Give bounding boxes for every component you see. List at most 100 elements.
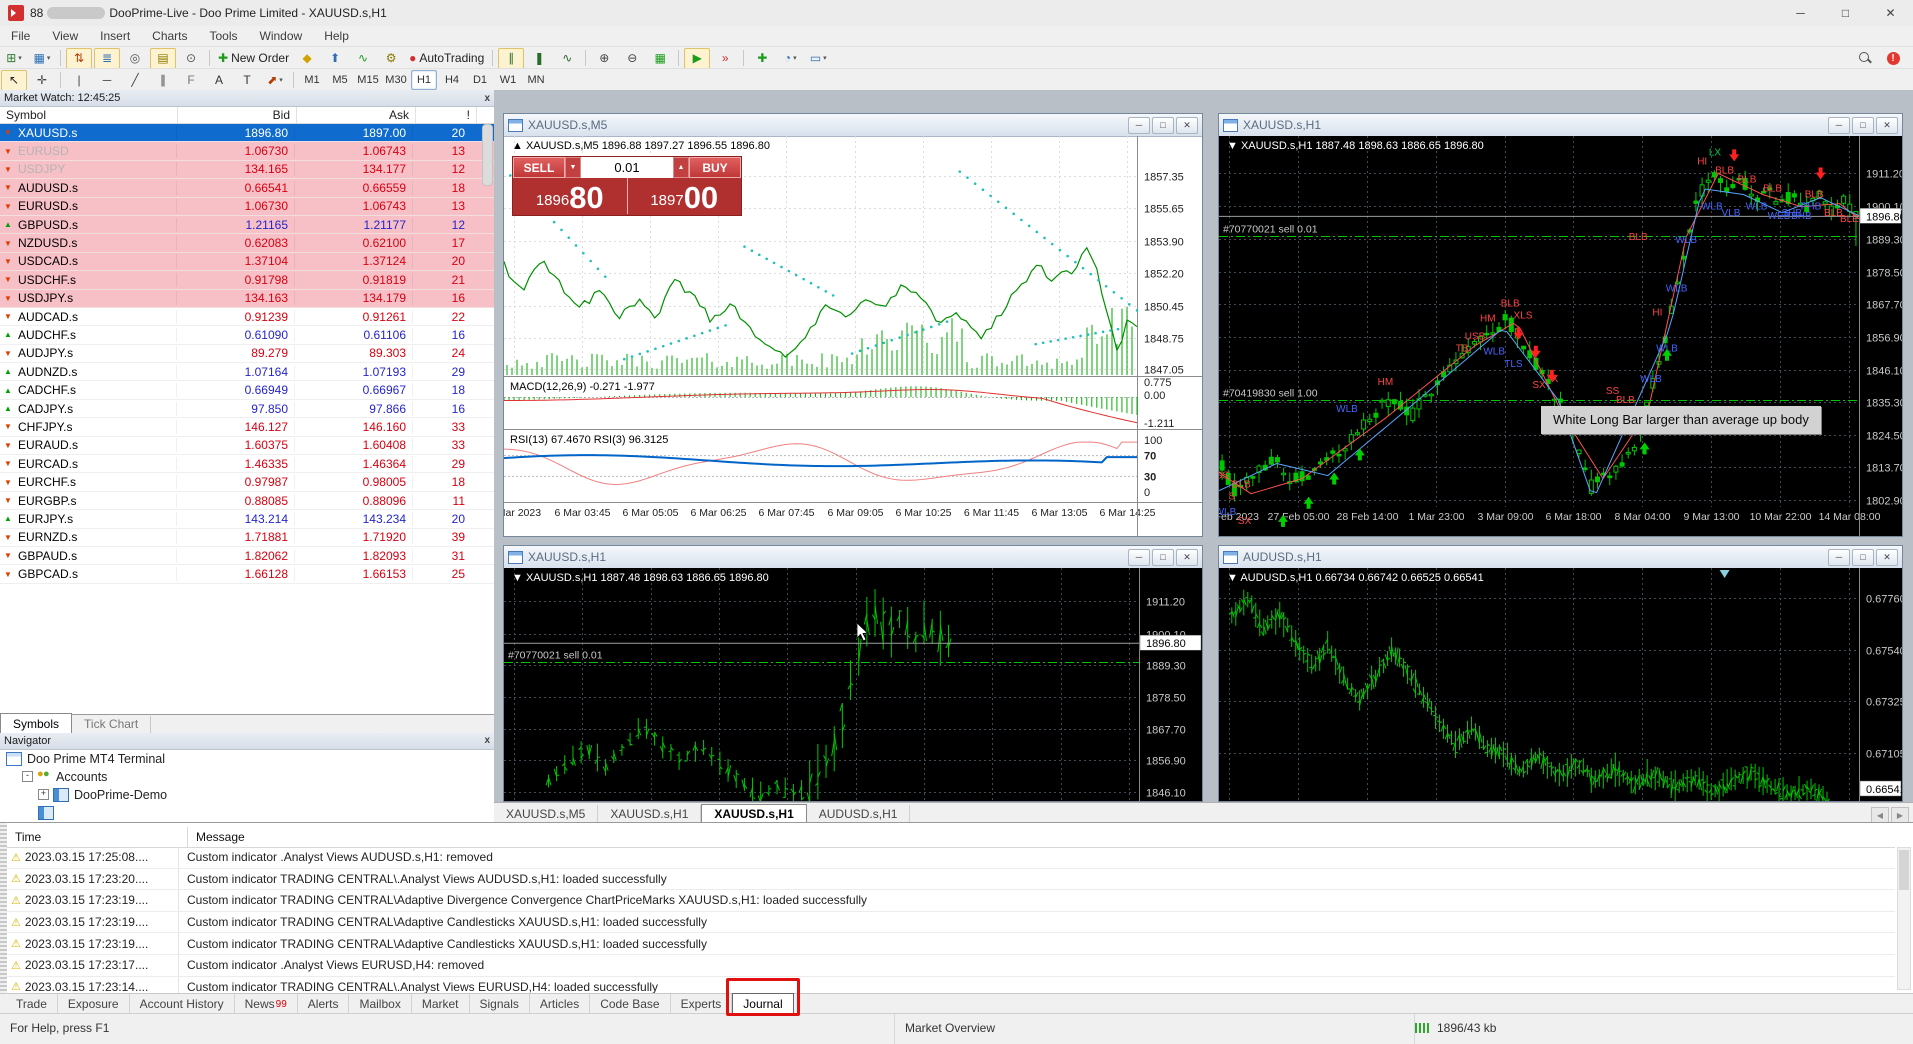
volume-increase-button[interactable]: ▲: [673, 157, 689, 178]
menu-item-window[interactable]: Window: [249, 29, 314, 43]
volume-input[interactable]: 0.01: [581, 157, 673, 178]
menu-item-file[interactable]: File: [0, 29, 41, 43]
menu-item-view[interactable]: View: [41, 29, 89, 43]
terminal-tab-journal[interactable]: Journal: [732, 993, 793, 1015]
terminal-tab-experts[interactable]: Experts: [671, 994, 733, 1014]
arrows-button[interactable]: ⬈▾: [262, 70, 288, 91]
navigator-item[interactable]: [0, 804, 494, 822]
chart-minimize-button[interactable]: ─: [1828, 549, 1850, 566]
market-watch-row[interactable]: ▼NZDUSD.s0.620830.6210017: [0, 234, 494, 252]
terminal-tab-trade[interactable]: Trade: [6, 994, 58, 1014]
search-button[interactable]: [1852, 48, 1878, 69]
market-watch-row[interactable]: ▼EURUSD1.067301.0674313: [0, 142, 494, 160]
chart-h1-canvas[interactable]: 23 Feb 202327 Feb 05:0028 Feb 14:001 Mar…: [1219, 136, 1902, 536]
chart-bars-canvas[interactable]: 0.677600.675400.673250.671050.66541▼ AUD…: [1219, 568, 1902, 801]
market-watch-row[interactable]: ▼EURUSD.s1.067301.0674313: [0, 198, 494, 216]
timeframe-mn-button[interactable]: MN: [523, 70, 549, 90]
chart-minimize-button[interactable]: ─: [1128, 549, 1150, 566]
navigator-item-dooprime-demo[interactable]: +DooPrime-Demo: [0, 786, 494, 804]
templates-button[interactable]: ▭▾: [805, 48, 831, 69]
text-button[interactable]: A: [206, 70, 232, 91]
market-watch-row[interactable]: ▼EURAUD.s1.603751.6040833: [0, 437, 494, 455]
auto-scroll-button[interactable]: ▶: [684, 48, 710, 69]
strategy-tester-button[interactable]: ⊙: [178, 48, 204, 69]
menu-item-charts[interactable]: Charts: [141, 29, 198, 43]
market-watch-row[interactable]: ▲CADCHF.s0.669490.6696718: [0, 381, 494, 399]
timeframe-m1-button[interactable]: M1: [299, 70, 325, 90]
chart-minimize-button[interactable]: ─: [1128, 117, 1150, 134]
horizontal-line-button[interactable]: ─: [94, 70, 120, 91]
market-watch-row[interactable]: ▼EURNZD.s1.718811.7192039: [0, 529, 494, 547]
market-watch-row[interactable]: ▼USDJPY134.165134.17712: [0, 161, 494, 179]
tile-windows-button[interactable]: ▦: [647, 48, 673, 69]
market-watch-row[interactable]: ▲AUDNZD.s1.071641.0719329: [0, 363, 494, 381]
chart-client-area[interactable]: 23 Feb 202327 Feb 05:0028 Feb 14:001 Mar…: [1219, 136, 1902, 536]
market-watch-row[interactable]: ▼USDCHF.s0.917980.9181921: [0, 271, 494, 289]
volume-decrease-button[interactable]: ▼: [565, 157, 581, 178]
chart-window-titlebar[interactable]: XAUUSD.s,H1─□✕: [1219, 114, 1902, 137]
bar-chart-button[interactable]: ∥: [498, 48, 524, 69]
autotrading-button[interactable]: ●AutoTrading: [406, 48, 487, 69]
terminal-tab-exposure[interactable]: Exposure: [58, 994, 130, 1014]
collapse-icon[interactable]: -: [22, 771, 33, 782]
scroll-right-icon[interactable]: ▶: [1891, 807, 1909, 823]
market-watch-row[interactable]: ▼AUDJPY.s89.27989.30324: [0, 345, 494, 363]
cursor-button[interactable]: ↖: [1, 70, 27, 91]
chart-restore-button[interactable]: □: [1152, 117, 1174, 134]
navigator-button[interactable]: ◎: [122, 48, 148, 69]
chart-minimize-button[interactable]: ─: [1828, 117, 1850, 134]
close-button[interactable]: ✕: [1868, 0, 1913, 26]
publisher-button[interactable]: ⬆: [322, 48, 348, 69]
new-chart-button[interactable]: ⊞▾: [1, 48, 27, 69]
chart-close-button[interactable]: ✕: [1176, 117, 1198, 134]
notifications-button[interactable]: !: [1880, 48, 1906, 69]
market-watch-button[interactable]: ⇅: [66, 48, 92, 69]
timeframe-m15-button[interactable]: M15: [355, 70, 381, 90]
crosshair-button[interactable]: ✛: [29, 70, 55, 91]
chart-restore-button[interactable]: □: [1852, 549, 1874, 566]
buy-button[interactable]: BUY: [689, 157, 741, 178]
market-watch-tab-symbols[interactable]: Symbols: [0, 713, 72, 733]
chart-close-button[interactable]: ✕: [1876, 549, 1898, 566]
timeframe-d1-button[interactable]: D1: [467, 70, 493, 90]
menu-item-tools[interactable]: Tools: [199, 29, 249, 43]
profiles-button[interactable]: ▦▾: [29, 48, 55, 69]
market-watch-row[interactable]: ▼EURCHF.s0.979870.9800518: [0, 473, 494, 491]
terminal-tab-signals[interactable]: Signals: [470, 994, 530, 1014]
timeframe-h4-button[interactable]: H4: [439, 70, 465, 90]
market-watch-row[interactable]: ▲GBPUSD.s1.211651.2117712: [0, 216, 494, 234]
periods-button[interactable]: ◔▾: [777, 48, 803, 69]
signals-button[interactable]: ∿: [350, 48, 376, 69]
zoom-out-button[interactable]: ⊖: [619, 48, 645, 69]
line-chart-button[interactable]: ∿: [554, 48, 580, 69]
market-watch-row[interactable]: ▲CADJPY.s97.85097.86616: [0, 400, 494, 418]
window-tab-audusd-s-h1[interactable]: AUDUSD.s,H1: [807, 805, 911, 823]
navigator-item-doo-prime-mt4-terminal[interactable]: Doo Prime MT4 Terminal: [0, 750, 494, 768]
terminal-tab-news[interactable]: News99: [235, 994, 298, 1014]
chart-close-button[interactable]: ✕: [1176, 549, 1198, 566]
menu-item-insert[interactable]: Insert: [89, 29, 141, 43]
market-watch-row[interactable]: ▲EURJPY.s143.214143.23420: [0, 510, 494, 528]
text-label-button[interactable]: T: [234, 70, 260, 91]
terminal-button[interactable]: ▤: [150, 48, 176, 69]
timeframe-m30-button[interactable]: M30: [383, 70, 409, 90]
sell-button[interactable]: SELL: [513, 157, 565, 178]
chart-close-button[interactable]: ✕: [1876, 117, 1898, 134]
chart-restore-button[interactable]: □: [1152, 549, 1174, 566]
navigator-item-accounts[interactable]: -Accounts: [0, 768, 494, 786]
menu-item-help[interactable]: Help: [313, 29, 360, 43]
terminal-tab-account-history[interactable]: Account History: [130, 994, 235, 1014]
expand-icon[interactable]: +: [38, 789, 49, 800]
market-watch-row[interactable]: ▼EURGBP.s0.880850.8809611: [0, 492, 494, 510]
data-window-button[interactable]: ≣: [94, 48, 120, 69]
chart-window-titlebar[interactable]: AUDUSD.s,H1─□✕: [1219, 546, 1902, 569]
timeframe-m5-button[interactable]: M5: [327, 70, 353, 90]
indicators-button[interactable]: ✚: [749, 48, 775, 69]
terminal-tab-alerts[interactable]: Alerts: [298, 994, 350, 1014]
terminal-tab-articles[interactable]: Articles: [530, 994, 590, 1014]
new-order-button[interactable]: ✚New Order: [215, 48, 292, 69]
fibonacci-button[interactable]: F: [178, 70, 204, 91]
chart-client-area[interactable]: 1911.201900.101889.301878.501867.701856.…: [504, 568, 1202, 801]
minimize-button[interactable]: ─: [1778, 0, 1823, 26]
metaeditor-button[interactable]: ◆: [294, 48, 320, 69]
